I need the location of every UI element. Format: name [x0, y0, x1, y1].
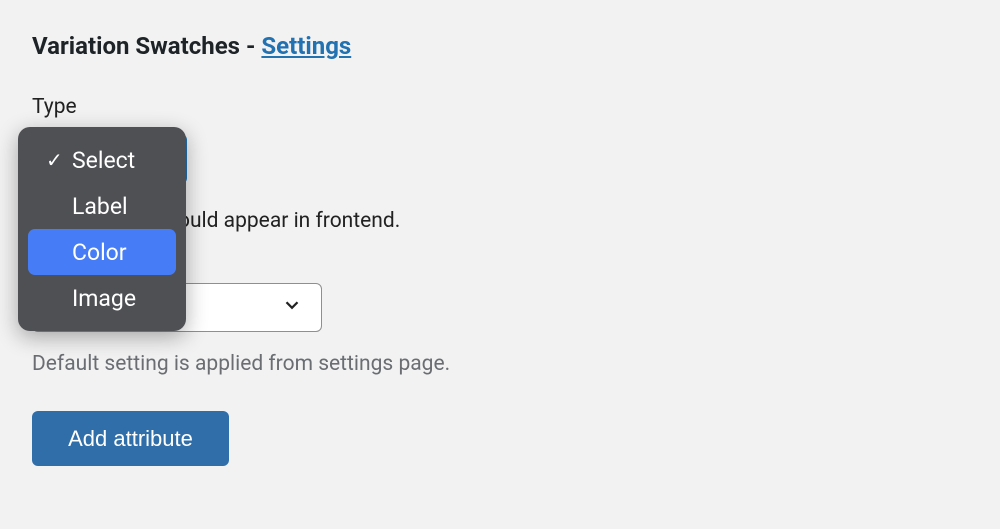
type-option-select[interactable]: ✓ Select — [28, 137, 176, 183]
settings-link[interactable]: Settings — [261, 32, 351, 60]
option-label: Select — [72, 147, 135, 174]
check-icon: ✓ — [46, 148, 72, 172]
type-option-label[interactable]: Label — [28, 183, 176, 229]
add-attribute-label: Add attribute — [68, 426, 193, 452]
option-label: Image — [72, 285, 136, 312]
type-option-color[interactable]: Color — [28, 229, 176, 275]
option-label: Color — [72, 239, 127, 266]
type-option-image[interactable]: Image — [28, 275, 176, 321]
chevron-down-icon — [281, 294, 303, 322]
type-dropdown-menu: ✓ Select Label Color Image — [18, 127, 186, 331]
option-label: Label — [72, 193, 128, 220]
title-prefix: Variation Swatches - — [32, 32, 261, 60]
sort-help-text: Default setting is applied from settings… — [32, 352, 1000, 376]
add-attribute-button[interactable]: Add attribute — [32, 411, 229, 466]
type-label: Type — [32, 95, 1000, 119]
page-title: Variation Swatches - Settings — [32, 32, 1000, 60]
